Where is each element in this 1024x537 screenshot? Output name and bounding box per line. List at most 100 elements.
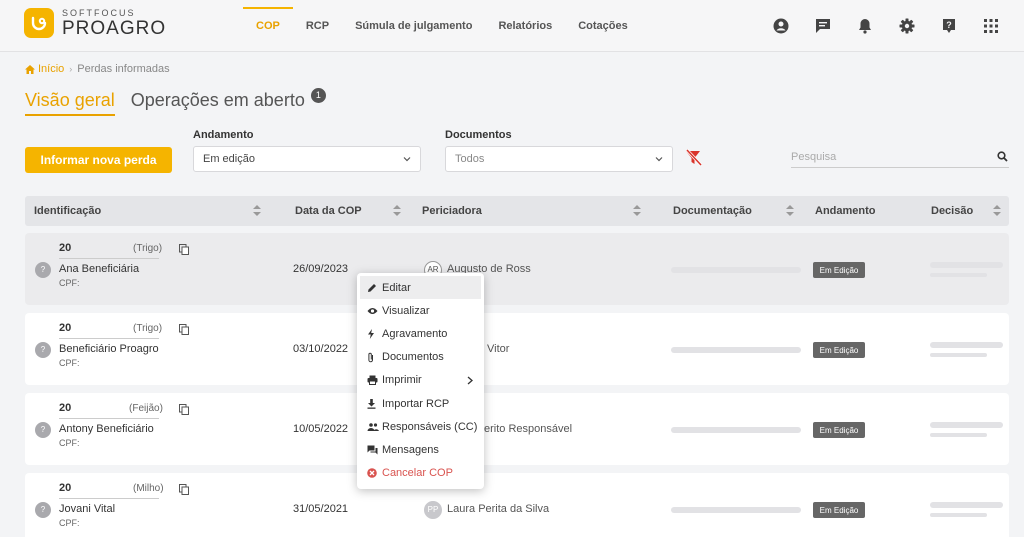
bolt-icon	[368, 328, 374, 339]
header-documentacao[interactable]: Documentação	[673, 196, 752, 226]
beneficiary-avatar: ?	[35, 502, 51, 518]
menu-item-label: Responsáveis (CC)	[382, 420, 478, 433]
menu-item-documentos[interactable]: Documentos	[357, 346, 484, 369]
header-periciadora[interactable]: Periciadora	[422, 196, 482, 226]
copy-icon[interactable]	[179, 484, 189, 495]
nav-relatorios[interactable]: Relatórios	[485, 0, 565, 52]
row-crop: (Trigo)	[133, 323, 163, 334]
breadcrumb: Início › Perdas informadas	[25, 63, 170, 75]
row-id: 20	[59, 402, 72, 414]
andamento-select[interactable]: Em edição	[193, 146, 421, 172]
tab-visao-geral[interactable]: Visão geral	[25, 90, 115, 116]
page-tabs: Visão geral Operações em aberto 1	[25, 88, 342, 116]
download-icon	[367, 398, 376, 409]
clear-filter-icon[interactable]	[684, 148, 704, 170]
brand-small: SOFTFOCUS	[62, 7, 136, 18]
tab-operacoes-em-aberto[interactable]: Operações em aberto 1	[130, 88, 326, 114]
cop-date: 03/10/2022	[293, 343, 349, 355]
decisao-placeholder	[930, 342, 1003, 348]
sort-icon[interactable]	[393, 205, 401, 216]
menu-item-cancelar-cop[interactable]: Cancelar COP	[357, 462, 484, 485]
decisao-placeholder	[930, 262, 1003, 268]
menu-item-label: Documentos	[382, 351, 444, 364]
header-andamento[interactable]: Andamento	[815, 196, 876, 226]
sort-icon[interactable]	[633, 205, 641, 216]
row-crop: (Milho)	[133, 483, 164, 494]
chat-icon[interactable]	[802, 5, 844, 47]
documentos-label: Documentos	[445, 129, 512, 141]
table-row[interactable]: 20 (Milho) ? Jovani Vital CPF: 31/05/202…	[25, 473, 1009, 537]
header-identificacao[interactable]: Identificação	[34, 196, 101, 226]
home-icon	[25, 64, 35, 74]
logo-icon	[24, 8, 54, 38]
beneficiary-avatar: ?	[35, 422, 51, 438]
nav-cotacoes[interactable]: Cotações	[565, 0, 641, 52]
table-row[interactable]: 20 (Feijão) ? Antony Beneficiário CPF: 1…	[25, 393, 1009, 465]
menu-item-imprimir[interactable]: Imprimir	[357, 369, 484, 392]
help-icon[interactable]: ?	[928, 5, 970, 47]
messages-icon	[367, 445, 378, 455]
row-id: 20	[59, 482, 72, 494]
copy-icon[interactable]	[179, 324, 189, 335]
header-data-cop[interactable]: Data da COP	[295, 196, 362, 226]
search-icon[interactable]	[997, 151, 1008, 162]
status-badge: Em Edição	[813, 262, 865, 278]
copy-icon[interactable]	[179, 244, 189, 255]
row-id: 20	[59, 242, 72, 254]
menu-item-label: Cancelar COP	[382, 467, 453, 480]
documentos-select[interactable]: Todos	[445, 146, 673, 172]
menu-item-importar-rcp[interactable]: Importar RCP	[357, 392, 484, 415]
menu-item-visualizar[interactable]: Visualizar	[357, 299, 484, 322]
menu-item-label: Imprimir	[382, 374, 422, 387]
search-input[interactable]	[791, 150, 981, 163]
beneficiary-cpf: CPF:	[59, 278, 80, 288]
andamento-value: Em edição	[203, 153, 255, 165]
account-circle-icon[interactable]	[760, 5, 802, 47]
perito-name: Vitor	[487, 343, 510, 355]
gear-icon[interactable]	[886, 5, 928, 47]
breadcrumb-home[interactable]: Início	[25, 63, 64, 75]
printer-icon	[367, 375, 378, 386]
apps-grid-icon[interactable]	[970, 5, 1012, 47]
app-logo[interactable]: SOFTFOCUS PROAGRO	[24, 8, 166, 38]
header-decisao[interactable]: Decisão	[931, 196, 973, 226]
nav-cop[interactable]: COP	[243, 0, 293, 52]
informar-nova-perda-button[interactable]: Informar nova perda	[25, 147, 172, 173]
menu-item-editar[interactable]: Editar	[360, 276, 481, 300]
svg-text:?: ?	[946, 20, 952, 30]
menu-item-mensagens[interactable]: Mensagens	[357, 438, 484, 461]
tab-operacoes-label: Operações em aberto	[130, 90, 305, 110]
breadcrumb-home-label: Início	[38, 63, 65, 75]
beneficiary-avatar: ?	[35, 262, 51, 278]
andamento-label: Andamento	[193, 129, 254, 141]
sort-icon[interactable]	[253, 205, 261, 216]
documentacao-placeholder	[671, 507, 801, 513]
id-divider	[59, 498, 159, 499]
copy-icon[interactable]	[179, 404, 189, 415]
sort-icon[interactable]	[786, 205, 794, 216]
bell-icon[interactable]	[844, 5, 886, 47]
id-divider	[59, 338, 159, 339]
beneficiary-name: Ana Beneficiária	[59, 263, 140, 275]
beneficiary-name: Jovani Vital	[59, 503, 116, 515]
decisao-placeholder	[930, 433, 987, 437]
table-row[interactable]: 20 (Trigo) ? Beneficiário Proagro CPF: 0…	[25, 313, 1009, 385]
nav-sumula[interactable]: Súmula de julgamento	[342, 0, 485, 52]
documentacao-placeholder	[671, 267, 801, 273]
nav-rcp[interactable]: RCP	[293, 0, 342, 52]
paperclip-icon	[368, 352, 373, 362]
row-context-menu: Editar Visualizar Agravamento Documentos…	[357, 273, 484, 489]
decisao-placeholder	[930, 513, 987, 517]
cancel-circle-icon	[367, 468, 377, 478]
breadcrumb-current: Perdas informadas	[77, 63, 170, 75]
documentacao-placeholder	[671, 347, 801, 353]
beneficiary-cpf: CPF:	[59, 358, 80, 368]
beneficiary-name: Beneficiário Proagro	[59, 343, 159, 355]
table-row[interactable]: 20 (Trigo) ? Ana Beneficiária CPF: 26/09…	[25, 233, 1009, 305]
menu-item-agravamento[interactable]: Agravamento	[357, 322, 484, 345]
main-nav: COP RCP Súmula de julgamento Relatórios …	[243, 0, 641, 52]
decisao-placeholder	[930, 353, 987, 357]
menu-item-responsaveis[interactable]: Responsáveis (CC)	[357, 415, 484, 438]
status-badge: Em Edição	[813, 342, 865, 358]
sort-icon[interactable]	[993, 205, 1001, 216]
